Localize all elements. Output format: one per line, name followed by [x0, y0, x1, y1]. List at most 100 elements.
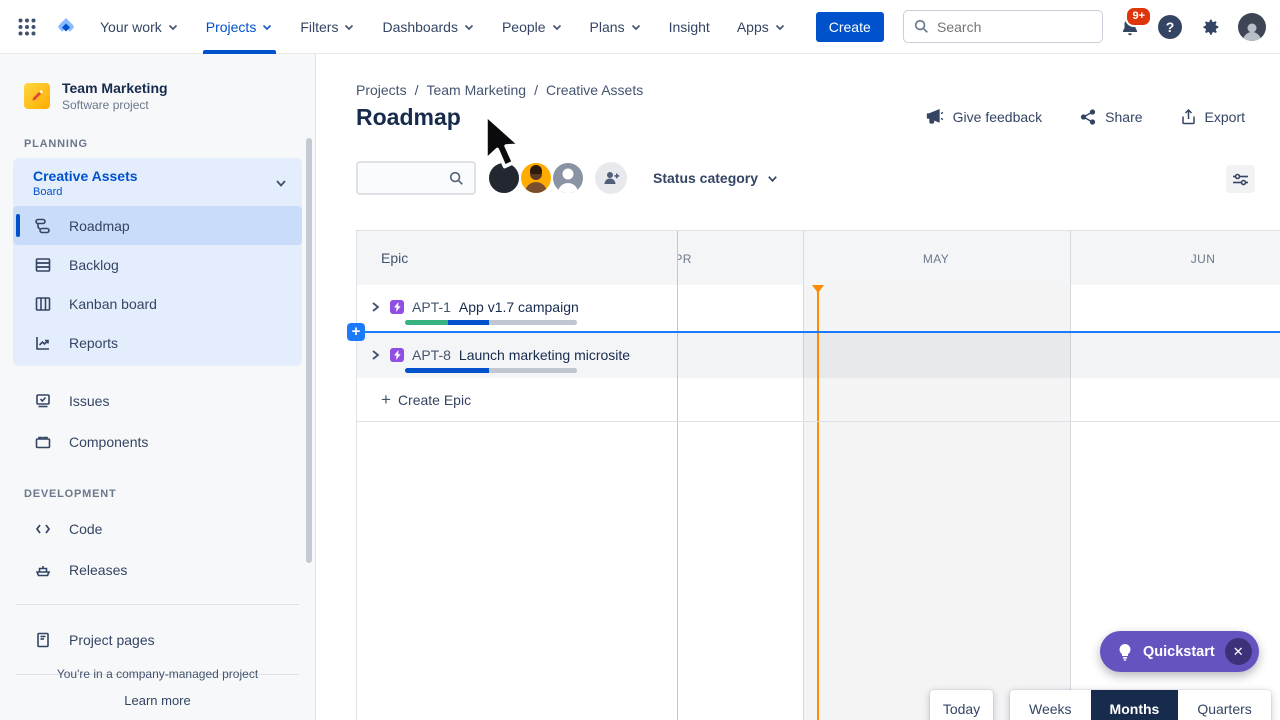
- project-avatar: [24, 83, 50, 109]
- notifications-button[interactable]: 9+: [1119, 5, 1152, 38]
- sidebar-item-issues[interactable]: Issues: [13, 380, 302, 421]
- project-header: Team Marketing Software project: [24, 80, 291, 112]
- sidebar-item-roadmap[interactable]: Roadmap: [13, 206, 302, 245]
- epic-row-apt-8[interactable]: APT-8 Launch marketing microsite: [357, 332, 677, 378]
- megaphone-icon: [926, 109, 943, 124]
- share-button[interactable]: Share: [1080, 109, 1143, 125]
- nav-insight[interactable]: Insight: [669, 0, 710, 54]
- sidebar-item-label: Kanban board: [69, 295, 157, 312]
- breadcrumb-team-marketing[interactable]: Team Marketing: [426, 82, 526, 98]
- reports-icon: [33, 334, 53, 352]
- today-marker-line: [817, 285, 819, 720]
- help-button[interactable]: ?: [1158, 14, 1182, 39]
- status-category-label: Status category: [653, 170, 759, 186]
- breadcrumb: Projects / Team Marketing / Creative Ass…: [356, 82, 643, 98]
- jira-logo-icon[interactable]: [54, 15, 78, 39]
- nav-label: Apps: [736, 18, 769, 35]
- today-button[interactable]: Today: [930, 690, 993, 720]
- give-feedback-button[interactable]: Give feedback: [926, 109, 1042, 125]
- nav-projects[interactable]: Projects: [202, 0, 276, 54]
- quickstart-button[interactable]: Quickstart ✕: [1100, 631, 1259, 672]
- view-settings-button[interactable]: [1226, 165, 1255, 193]
- primary-nav: Your work Projects Filters Dashboards Pe…: [100, 0, 786, 54]
- breadcrumb-projects[interactable]: Projects: [356, 82, 407, 98]
- nav-filters[interactable]: Filters: [300, 0, 355, 54]
- page-title: Roadmap: [356, 104, 461, 130]
- epic-key: APT-1: [412, 299, 451, 315]
- components-icon: [33, 433, 53, 451]
- nav-label: Projects: [205, 18, 257, 35]
- question-mark-icon: ?: [1165, 18, 1175, 35]
- avatar-user-2[interactable]: [519, 161, 553, 195]
- add-person-icon: [604, 172, 619, 184]
- sidebar-item-releases[interactable]: Releases: [13, 549, 302, 590]
- progress-todo: [489, 320, 577, 325]
- managed-project-note: You're in a company-managed project: [56, 667, 259, 681]
- sidebar-item-kanban-board[interactable]: Kanban board: [13, 284, 302, 323]
- unit-weeks[interactable]: Weeks: [1010, 690, 1091, 720]
- global-search[interactable]: [903, 10, 1103, 43]
- sidebar-item-components[interactable]: Components: [13, 421, 302, 462]
- breadcrumb-creative-assets[interactable]: Creative Assets: [546, 82, 643, 98]
- export-button[interactable]: Export: [1181, 109, 1245, 125]
- person-icon: [558, 168, 578, 193]
- quickstart-close-button[interactable]: ✕: [1224, 638, 1252, 665]
- insertion-add-button[interactable]: +: [347, 323, 365, 341]
- nav-dashboards[interactable]: Dashboards: [382, 0, 475, 54]
- search-input[interactable]: [937, 18, 1077, 35]
- sidebar-item-reports[interactable]: Reports: [13, 323, 302, 362]
- nav-plans[interactable]: Plans: [590, 0, 642, 54]
- month-label-jun: JUN: [1190, 252, 1216, 266]
- sidebar-item-project-pages[interactable]: Project pages: [13, 619, 302, 660]
- epic-title: App v1.7 campaign: [458, 299, 579, 315]
- sidebar-item-backlog[interactable]: Backlog: [13, 245, 302, 284]
- nav-apps[interactable]: Apps: [737, 0, 786, 54]
- expand-chevron-icon[interactable]: [368, 348, 382, 362]
- roadmap-search-input[interactable]: [369, 170, 449, 186]
- learn-more-link[interactable]: Learn more: [124, 693, 190, 708]
- sidebar-item-label: Project pages: [69, 631, 155, 648]
- epic-header-label: Epic: [381, 250, 409, 266]
- nav-label: Insight: [668, 18, 710, 35]
- sidebar-pages-items: Project pages: [13, 619, 302, 660]
- add-people-button[interactable]: [595, 162, 627, 194]
- epic-row-apt-1[interactable]: APT-1 App v1.7 campaign: [357, 285, 677, 332]
- epic-type-icon: [390, 300, 404, 314]
- unit-months[interactable]: Months: [1090, 690, 1179, 720]
- chevron-down-icon: [263, 24, 272, 30]
- avatar-anonymous[interactable]: [551, 161, 585, 195]
- expand-chevron-icon[interactable]: [368, 300, 382, 314]
- breadcrumb-separator: /: [414, 82, 419, 98]
- app-switcher-icon[interactable]: [14, 14, 40, 40]
- lightbulb-icon: [1119, 643, 1131, 661]
- main-content: Projects / Team Marketing / Creative Ass…: [317, 54, 1280, 720]
- issues-icon: [33, 392, 53, 410]
- settings-button[interactable]: [1199, 16, 1221, 38]
- ship-icon: [33, 561, 53, 579]
- sidebar-item-label: Releases: [69, 561, 128, 578]
- sidebar-scrollbar[interactable]: [306, 138, 312, 563]
- create-epic-button[interactable]: + Create Epic: [357, 378, 677, 421]
- roadmap-search-box[interactable]: [356, 161, 476, 195]
- sidebar-item-code[interactable]: Code: [13, 508, 302, 549]
- export-label: Export: [1204, 109, 1245, 125]
- user-avatar[interactable]: [1238, 12, 1266, 41]
- page-icon: [33, 631, 53, 649]
- progress-inprogress: [448, 320, 490, 325]
- nav-people[interactable]: People: [502, 0, 563, 54]
- navbar-icon-group: 9+ ?: [1119, 5, 1266, 41]
- avatar-user-1[interactable]: [487, 161, 521, 195]
- epic-column-header: Epic: [357, 231, 677, 285]
- progress-todo: [489, 368, 577, 373]
- sidebar-dev-items: Code Releases: [13, 508, 302, 590]
- sidebar-item-label: Code: [69, 520, 103, 537]
- project-sidebar: Team Marketing Software project PLANNING…: [0, 54, 316, 720]
- month-label-apr: APR: [678, 252, 692, 266]
- roadmap-toolbar: Status category: [356, 161, 779, 195]
- board-group-header[interactable]: Creative Assets Board: [13, 158, 302, 206]
- progress-inprogress: [405, 368, 490, 373]
- nav-your-work[interactable]: Your work: [100, 0, 179, 54]
- unit-quarters[interactable]: Quarters: [1178, 690, 1270, 720]
- status-category-dropdown[interactable]: Status category: [653, 170, 779, 186]
- create-button[interactable]: Create: [815, 11, 884, 42]
